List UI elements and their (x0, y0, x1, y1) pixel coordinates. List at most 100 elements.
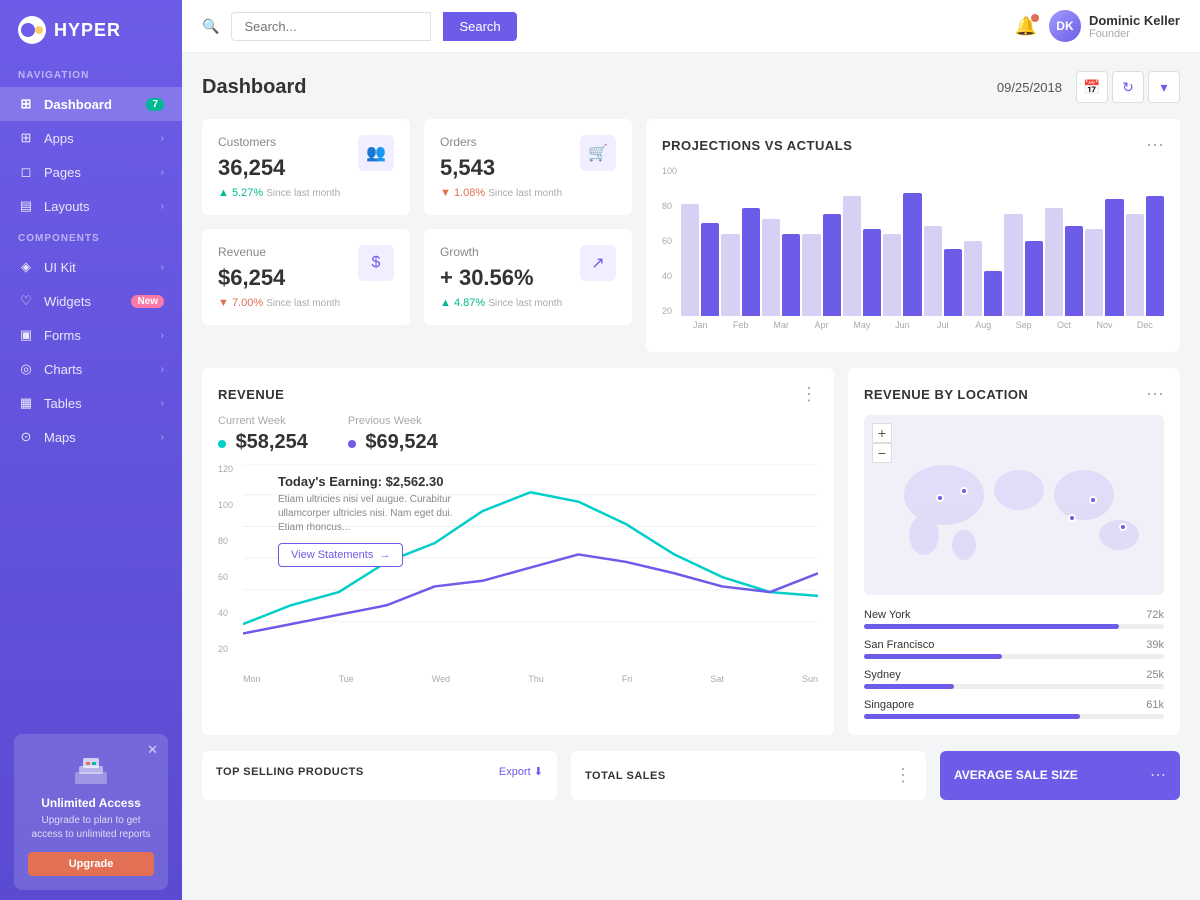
topbar: 🔍 Search 🔔 DK Dominic Keller Founder (182, 0, 1200, 53)
upgrade-button[interactable]: Upgrade (28, 852, 154, 876)
sidebar-item-charts[interactable]: ◎ Charts › (0, 352, 182, 386)
sidebar-item-label: Pages (44, 165, 151, 180)
bar-label: Sep (1004, 320, 1042, 330)
bar-label: Mar (762, 320, 800, 330)
bar-light (1004, 214, 1022, 316)
bar-label: Apr (802, 320, 840, 330)
search-input[interactable] (231, 12, 431, 41)
bar-label: May (843, 320, 881, 330)
current-week-value: $58,254 (218, 431, 308, 454)
sidebar-item-tables[interactable]: ▦ Tables › (0, 386, 182, 420)
bar-light (721, 234, 739, 317)
map-dot-sanfrancisco (960, 487, 968, 495)
pages-icon: ◻ (18, 164, 34, 180)
stat-card-orders: 🛒 Orders 5,543 ▼ 1.08% Since last month (424, 119, 632, 215)
avg-sale-menu-btn[interactable]: ⋯ (1150, 765, 1166, 785)
bar-group (843, 196, 881, 316)
proj-yaxis: 100 80 60 40 20 (662, 166, 681, 336)
avatar-initials: DK (1056, 19, 1073, 33)
loc-bar-fill (864, 624, 1119, 629)
sidebar-item-label: Dashboard (44, 97, 136, 112)
top-selling-title: TOP SELLING PRODUCTS (216, 766, 364, 778)
stats-top-row: 👥 Customers 36,254 ▲ 5.27% Since last mo… (202, 119, 632, 215)
sidebar-item-dashboard[interactable]: ⊞ Dashboard 7 (0, 87, 182, 121)
page-content: Dashboard 09/25/2018 📅 ↻ ▾ 👥 Customers 3… (182, 53, 1200, 900)
projections-header: PROJECTIONS VS ACTUALS ⋯ (662, 135, 1164, 156)
bar-label: Jan (681, 320, 719, 330)
loc-value: 61k (1146, 699, 1164, 711)
sidebar-item-forms[interactable]: ▣ Forms › (0, 318, 182, 352)
sidebar-item-pages[interactable]: ◻ Pages › (0, 155, 182, 189)
sidebar-item-apps[interactable]: ⊞ Apps › (0, 121, 182, 155)
apps-arrow-icon: › (161, 133, 164, 144)
bar-group (802, 214, 840, 316)
location-bars: New York 72k San Francisco 39k (864, 609, 1164, 719)
layouts-icon: ▤ (18, 198, 34, 214)
logo-icon (18, 16, 46, 44)
bar-light (924, 226, 942, 316)
notification-bell[interactable]: 🔔 (1015, 16, 1037, 37)
maps-arrow-icon: › (161, 432, 164, 443)
tables-icon: ▦ (18, 395, 34, 411)
projections-menu-btn[interactable]: ⋯ (1146, 135, 1164, 156)
revenue-menu-btn[interactable]: ⋮ (800, 384, 818, 405)
user-profile[interactable]: DK Dominic Keller Founder (1049, 10, 1180, 42)
bar-light (1126, 214, 1144, 316)
page-date: 09/25/2018 (997, 80, 1062, 95)
export-link[interactable]: Export ⬇ (499, 765, 543, 778)
sidebar-item-layouts[interactable]: ▤ Layouts › (0, 189, 182, 223)
bar-group (721, 208, 759, 316)
loc-bar-fill (864, 714, 1080, 719)
sidebar-item-widgets[interactable]: ♡ Widgets New (0, 284, 182, 318)
sidebar-logo[interactable]: HYPER (0, 0, 182, 60)
sidebar-item-maps[interactable]: ⊙ Maps › (0, 420, 182, 454)
pages-arrow-icon: › (161, 167, 164, 178)
avg-sale-title: AVERAGE SALE SIZE (954, 768, 1078, 782)
sidebar-item-label: Widgets (44, 294, 121, 309)
bar-label: Dec (1126, 320, 1164, 330)
loc-item-sydney: Sydney 25k (864, 669, 1164, 689)
total-sales-card: TOTAL SALES ⋮ (571, 751, 926, 800)
loc-bar-bg (864, 714, 1164, 719)
current-week-label: Current Week (218, 415, 308, 427)
main-content: 🔍 Search 🔔 DK Dominic Keller Founder Das… (182, 0, 1200, 900)
loc-item-singapore: Singapore 61k (864, 699, 1164, 719)
stats-column: 👥 Customers 36,254 ▲ 5.27% Since last mo… (202, 119, 632, 352)
total-sales-menu-btn[interactable]: ⋮ (894, 765, 912, 786)
sidebar-item-label: Charts (44, 362, 151, 377)
bar-purple (782, 234, 800, 317)
bar-label: Jul (924, 320, 962, 330)
revenue-title: REVENUE (218, 387, 284, 402)
orders-change: ▼ 1.08% Since last month (440, 187, 616, 199)
loc-bar-fill (864, 654, 1002, 659)
loc-value: 72k (1146, 609, 1164, 621)
upgrade-desc: Upgrade to plan to get access to unlimit… (28, 814, 154, 842)
upgrade-close-btn[interactable]: ✕ (147, 742, 158, 758)
calendar-btn[interactable]: 📅 (1076, 71, 1108, 103)
search-icon: 🔍 (202, 18, 219, 35)
bar-label: Oct (1045, 320, 1083, 330)
stat-card-revenue: $ Revenue $6,254 ▼ 7.00% Since last mont… (202, 229, 410, 325)
loc-name: New York (864, 609, 910, 621)
week-stats: Current Week $58,254 Previous Week $69,5… (218, 415, 818, 454)
user-role: Founder (1089, 28, 1180, 40)
loc-name: San Francisco (864, 639, 934, 651)
total-sales-title: TOTAL SALES (585, 770, 666, 782)
map-dot-extra (1119, 523, 1127, 531)
bar-group (1126, 196, 1164, 316)
rev-by-loc-menu-btn[interactable]: ⋯ (1146, 384, 1164, 405)
upgrade-box: ✕ Unlimited Access Upgrade to plan to ge… (14, 734, 168, 890)
view-statements-button[interactable]: View Statements → (278, 543, 403, 567)
loc-bar-bg (864, 624, 1164, 629)
forms-icon: ▣ (18, 327, 34, 343)
filter-btn[interactable]: ▾ (1148, 71, 1180, 103)
upgrade-title: Unlimited Access (28, 796, 154, 810)
refresh-btn[interactable]: ↻ (1112, 71, 1144, 103)
bar-purple (903, 193, 921, 316)
search-button[interactable]: Search (443, 12, 516, 41)
page-header: Dashboard 09/25/2018 📅 ↻ ▾ (202, 71, 1180, 103)
bar-group (762, 219, 800, 317)
loc-name: Sydney (864, 669, 901, 681)
bar-purple (1146, 196, 1164, 316)
sidebar-item-uikit[interactable]: ◈ UI Kit › (0, 250, 182, 284)
